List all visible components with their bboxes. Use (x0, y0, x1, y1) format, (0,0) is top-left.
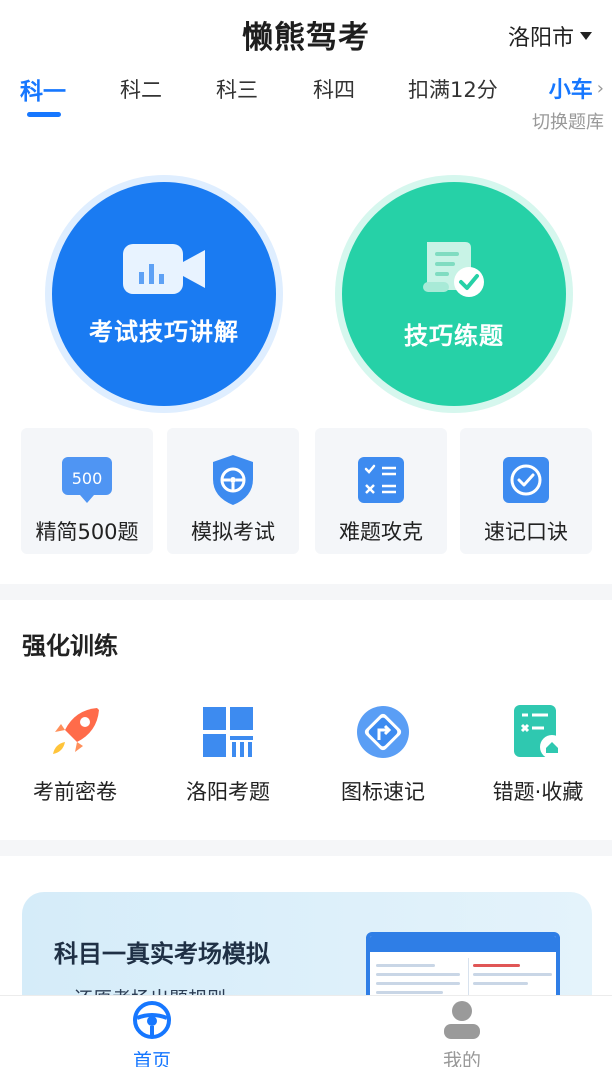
city-label: 洛阳市 (507, 26, 574, 51)
banner-title: 科目一真实考场模拟 (54, 940, 270, 968)
wrong-questions-icon (508, 702, 568, 762)
steering-shield-icon (205, 452, 261, 508)
sign-memo-label: 图标速记 (341, 780, 425, 804)
badge-500-text: 500 (72, 469, 103, 488)
exam-paper-check-icon (419, 238, 489, 304)
simplified-500-label: 精简500题 (35, 520, 139, 544)
strengthen-title: 强化训练 (22, 632, 118, 660)
tab-subject-one[interactable]: 科一 (20, 72, 66, 106)
video-camera-icon (121, 242, 207, 300)
mnemonics-card[interactable]: 速记口诀 (460, 428, 592, 554)
500-badge-icon: 500 (59, 452, 115, 508)
user-icon (440, 998, 484, 1042)
bottom-navigation: 首页 我的 (0, 995, 612, 1067)
road-sign-icon (353, 702, 413, 762)
tips-practice-label: 技巧练题 (404, 321, 504, 350)
hard-questions-card[interactable]: 难题攻克 (315, 428, 447, 554)
tab-subject-four[interactable]: 科四 (313, 74, 355, 104)
nav-home-label: 首页 (132, 1050, 171, 1067)
calculator-icon (353, 452, 409, 508)
pre-exam-paper-item[interactable]: 考前密卷 (0, 702, 150, 806)
app-header: 懒熊驾考 洛阳市 (0, 0, 612, 66)
vehicle-switcher[interactable]: 小车 › 切换题库 (532, 72, 604, 134)
mock-exam-label: 模拟考试 (191, 520, 275, 544)
section-divider (0, 840, 612, 856)
caret-down-icon (580, 32, 592, 40)
chevron-right-icon: › (596, 77, 604, 99)
tips-practice-button[interactable]: 技巧练题 (342, 182, 566, 406)
rocket-icon (45, 702, 105, 762)
pre-exam-paper-label: 考前密卷 (33, 780, 117, 804)
active-tab-indicator (27, 112, 61, 117)
check-circle-icon (498, 452, 554, 508)
steering-wheel-icon (130, 998, 174, 1042)
luoyang-questions-label: 洛阳考题 (186, 780, 270, 804)
tab-subject-three[interactable]: 科三 (216, 74, 258, 104)
exam-tips-label: 考试技巧讲解 (89, 317, 239, 346)
subject-tabs: 科一 科二 科三 科四 扣满12分 小车 › 切换题库 (0, 70, 612, 140)
tab-subject-two[interactable]: 科二 (120, 74, 162, 104)
city-selector[interactable]: 洛阳市 (508, 20, 592, 52)
vehicle-label: 小车 (548, 78, 593, 103)
switch-bank-label: 切换题库 (532, 112, 604, 133)
sign-memo-item[interactable]: 图标速记 (308, 702, 458, 806)
luoyang-questions-item[interactable]: 洛阳考题 (153, 702, 303, 806)
nav-profile[interactable]: 我的 (402, 996, 522, 1067)
wrong-collect-item[interactable]: 错题·收藏 (463, 702, 612, 806)
hard-questions-label: 难题攻克 (339, 520, 423, 544)
section-divider (0, 584, 612, 600)
mock-exam-card[interactable]: 模拟考试 (167, 428, 299, 554)
tab-full-deduction[interactable]: 扣满12分 (408, 74, 498, 104)
wrong-collect-label: 错题·收藏 (492, 780, 584, 804)
city-grid-icon (198, 702, 258, 762)
mnemonics-label: 速记口诀 (484, 520, 568, 544)
nav-home[interactable]: 首页 (92, 996, 212, 1067)
exam-tips-button[interactable]: 考试技巧讲解 (52, 182, 276, 406)
nav-profile-label: 我的 (442, 1050, 481, 1067)
simplified-500-card[interactable]: 500 精简500题 (21, 428, 153, 554)
